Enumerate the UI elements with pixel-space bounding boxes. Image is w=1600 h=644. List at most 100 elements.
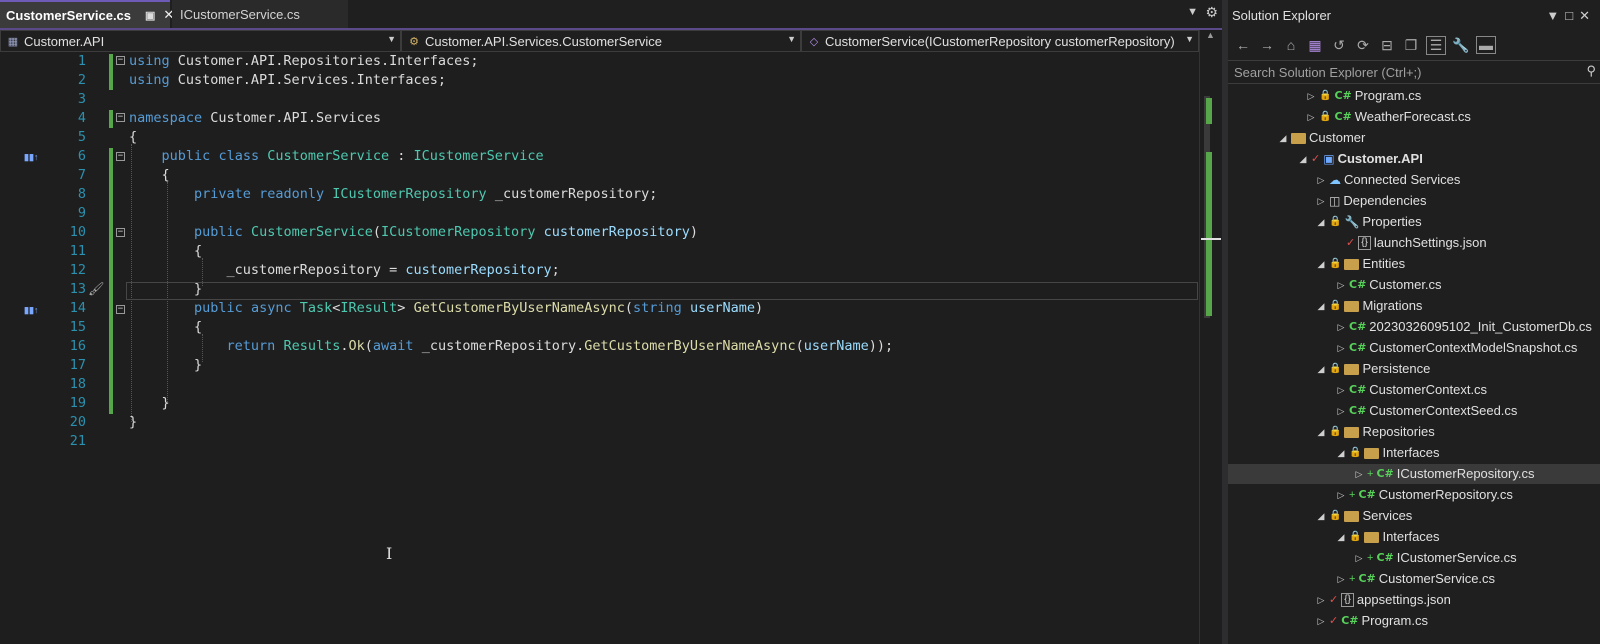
expand-icon[interactable]: ▷ [1336,485,1346,505]
csharp-icon: C# [1349,320,1367,333]
added-icon: + [1349,573,1356,585]
tree-item[interactable]: ▷ ✓ C# Program.cs [1228,611,1600,631]
tree-item[interactable]: ◢ 🔒 Services [1228,506,1600,526]
folder-icon [1344,510,1360,522]
expand-icon[interactable]: ▷ [1354,464,1364,484]
tree-item[interactable]: ◢ 🔒 Persistence [1228,359,1600,379]
properties-icon[interactable]: 🔧 [1452,37,1470,54]
tree-item[interactable]: ◢ ✓ ▣ Customer.API [1228,149,1600,169]
tree-item[interactable]: ◢ 🔒 🔧 Properties [1228,212,1600,232]
class-dropdown[interactable]: ⚙ Customer.API.Services.CustomerService … [401,30,801,52]
fold-toggle[interactable]: − [116,152,125,161]
collapse-icon[interactable]: ◢ [1336,527,1346,547]
scroll-up-icon[interactable]: ▲ [1206,30,1215,40]
expand-icon[interactable]: ▷ [1316,590,1326,610]
collapse-all-icon[interactable]: ⊟ [1378,37,1396,54]
tree-item[interactable]: ◢ 🔒 Interfaces [1228,443,1600,463]
collapse-icon[interactable]: ◢ [1316,254,1326,274]
code-line: } [129,395,170,411]
expand-icon[interactable]: ▷ [1354,548,1364,568]
code-line: public CustomerService(ICustomerReposito… [194,224,699,240]
tree-item[interactable]: ▷ 🔒 C# Program.cs [1228,86,1600,106]
tree-item[interactable]: ✓ {} launchSettings.json [1228,233,1600,253]
member-dropdown[interactable]: ◇ CustomerService(ICustomerRepository cu… [801,30,1199,52]
search-icon[interactable]: ⚲ [1586,63,1596,79]
scroll-thumb[interactable] [1204,96,1212,318]
code-editor[interactable]: ▮▮↑ ▮▮↑ 🖌 − − − − − 1 2 3 4 5 6 7 8 9 10… [0,52,1222,644]
tree-item[interactable]: ▷ + C# CustomerRepository.cs [1228,485,1600,505]
collapse-icon[interactable]: ◢ [1336,443,1346,463]
checkmark-icon: ✓ [1311,153,1321,165]
implementation-icon[interactable]: ▮▮↑ [24,305,38,316]
tree-item[interactable]: ▷ C# 20230326095102_Init_CustomerDb.cs [1228,317,1600,337]
expand-icon[interactable]: ▷ [1336,569,1346,589]
show-files-icon[interactable]: ☰ [1426,35,1446,55]
expand-icon[interactable]: ▷ [1316,170,1326,190]
quick-actions-icon[interactable]: 🖌 [88,281,105,297]
tree-item[interactable]: ◢ 🔒 Entities [1228,254,1600,274]
tree-item[interactable]: ▷ C# CustomerContextModelSnapshot.cs [1228,338,1600,358]
tree-item-selected[interactable]: ▷ + C# ICustomerRepository.cs [1228,464,1600,484]
collapse-icon[interactable]: ◢ [1316,422,1326,442]
expand-icon[interactable]: ▷ [1306,107,1316,127]
expand-icon[interactable]: ▷ [1336,275,1346,295]
collapse-icon[interactable]: ◢ [1278,128,1288,148]
expand-icon[interactable]: ▷ [1336,401,1346,421]
fold-toggle[interactable]: − [116,113,125,122]
copy-icon[interactable]: ❐ [1402,37,1420,54]
expand-icon[interactable]: ▷ [1336,380,1346,400]
csharp-icon: C# [1376,551,1394,564]
fold-toggle[interactable]: − [116,305,125,314]
tree-item[interactable]: ◢ 🔒 Migrations [1228,296,1600,316]
gear-icon[interactable]: ⚙ [1205,4,1218,21]
line-number: 9 [77,205,86,221]
expand-icon[interactable]: ▷ [1316,611,1326,631]
checkmark-icon: ✓ [1329,594,1339,606]
tab-customerservice[interactable]: CustomerService.cs ▣ ✕ [0,0,174,28]
tree-item[interactable]: ▷ C# CustomerContext.cs [1228,380,1600,400]
pin-icon[interactable]: ▣ [145,9,155,22]
expand-icon[interactable]: ▷ [1316,191,1326,211]
project-dropdown[interactable]: ▦ Customer.API ▼ [0,30,401,52]
tree-item-label: Customer [1309,130,1366,145]
expand-icon[interactable]: ▷ [1306,86,1316,106]
tree-item[interactable]: ▷ ☁ Connected Services [1228,170,1600,190]
collapse-icon[interactable]: ◢ [1316,212,1326,232]
collapse-icon[interactable]: ◢ [1298,149,1308,169]
switch-views-icon[interactable]: ▦ [1306,37,1324,54]
home-icon[interactable]: ⌂ [1282,37,1300,53]
expand-icon[interactable]: ▷ [1336,317,1346,337]
tree-item[interactable]: ▷ C# CustomerContextSeed.cs [1228,401,1600,421]
tab-icustomerservice[interactable]: ICustomerService.cs [172,0,348,28]
preview-icon[interactable]: ▬ [1476,36,1496,54]
collapse-icon[interactable]: ◢ [1316,506,1326,526]
history-icon[interactable]: ↺ [1330,37,1348,54]
tree-item[interactable]: ▷ ◫ Dependencies [1228,191,1600,211]
tree-item[interactable]: ▷ + C# ICustomerService.cs [1228,548,1600,568]
collapse-icon[interactable]: ◢ [1316,359,1326,379]
panel-controls[interactable]: ▼□✕ [1546,8,1596,24]
tab-dropdown-icon[interactable]: ▼ [1187,6,1198,18]
fold-toggle[interactable]: − [116,228,125,237]
tree-item[interactable]: ◢ Customer [1228,128,1600,148]
tree-item[interactable]: ▷ 🔒 C# WeatherForecast.cs [1228,107,1600,127]
back-icon[interactable]: ← [1234,37,1252,53]
refresh-icon[interactable]: ⟳ [1354,37,1372,54]
tree-item[interactable]: ▷ ✓ {} appsettings.json [1228,590,1600,610]
fold-toggle[interactable]: − [116,56,125,65]
implementation-icon[interactable]: ▮▮↑ [24,152,38,163]
collapse-icon[interactable]: ◢ [1316,296,1326,316]
code-line: using Customer.API.Services.Interfaces; [129,72,446,88]
tree-item[interactable]: ▷ + C# CustomerService.cs [1228,569,1600,589]
expand-icon[interactable]: ▷ [1336,338,1346,358]
tree-item-label: Program.cs [1354,88,1422,103]
tree-item[interactable]: ◢ 🔒 Repositories [1228,422,1600,442]
tree-item[interactable]: ▷ C# Customer.cs [1228,275,1600,295]
tree-item-label: appsettings.json [1356,592,1451,607]
folder-icon [1364,447,1380,459]
editor-scrollbar[interactable]: ▲ [1199,30,1222,644]
line-number: 10 [69,224,86,240]
tree-item[interactable]: ◢ 🔒 Interfaces [1228,527,1600,547]
forward-icon[interactable]: → [1258,37,1276,53]
solution-search-input[interactable]: Search Solution Explorer (Ctrl+;) ⚲ [1228,60,1600,84]
